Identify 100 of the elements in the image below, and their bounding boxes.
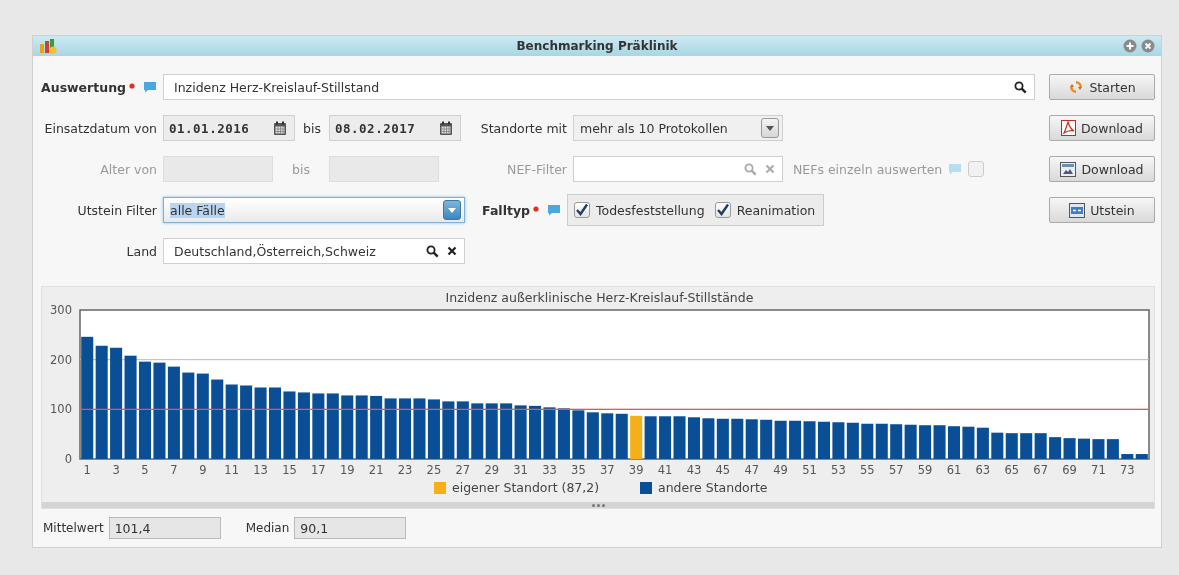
calendar-icon[interactable] xyxy=(439,120,453,136)
add-icon[interactable] xyxy=(1123,39,1137,53)
axis-label: 300 xyxy=(50,303,72,317)
stat-value-field: 101,4 xyxy=(108,517,221,539)
chart-bar xyxy=(890,424,903,459)
start-button[interactable]: Starten xyxy=(1049,74,1155,100)
axis-label: 5 xyxy=(141,463,149,477)
age-to-field[interactable] xyxy=(329,156,439,182)
axis-label: 51 xyxy=(802,463,817,477)
axis-label: 47 xyxy=(744,463,760,477)
chart-bar xyxy=(1049,437,1062,459)
close-icon[interactable] xyxy=(1141,39,1155,53)
chart-bar xyxy=(731,418,744,459)
download-button[interactable]: Download xyxy=(1049,115,1155,141)
chart-bar xyxy=(673,416,686,459)
chart-bar xyxy=(962,426,975,459)
field-label: Falltyp xyxy=(482,202,530,218)
axis-label: 71 xyxy=(1091,463,1106,477)
axis-label: 69 xyxy=(1062,463,1077,477)
chart-bar xyxy=(312,393,325,459)
axis-label: 23 xyxy=(397,463,413,477)
axis-label: 53 xyxy=(831,463,846,477)
chart-bar xyxy=(919,425,932,459)
chart-bar xyxy=(572,410,585,459)
window-title: Benchmarking Präklinik xyxy=(516,39,678,53)
chart-bar xyxy=(861,423,874,459)
refresh-icon xyxy=(1068,79,1085,95)
option-label: NEFs einzeln auswerten xyxy=(793,161,943,177)
axis-label: 13 xyxy=(253,463,268,477)
pdf-document-icon xyxy=(1060,120,1076,136)
axis-label: 49 xyxy=(773,463,788,477)
chart-bar xyxy=(601,413,614,459)
axis-label: 21 xyxy=(368,463,384,477)
locations-dropdown[interactable]: mehr als 10 Protokollen xyxy=(573,115,783,141)
axis-label: 3 xyxy=(112,463,120,477)
chart-bar xyxy=(702,418,715,459)
field-label: Land xyxy=(126,243,157,259)
chart-bar xyxy=(399,398,412,459)
chart-title: Inzidenz außerklinische Herz-Kreislauf-Stillstände xyxy=(445,290,754,305)
search-icon[interactable] xyxy=(1014,80,1027,94)
window-icon xyxy=(1069,202,1086,218)
axis-label: 100 xyxy=(50,402,72,417)
axis-label: 200 xyxy=(50,352,72,367)
legend-label: andere Standorte xyxy=(658,480,768,495)
calendar-icon[interactable] xyxy=(273,120,287,136)
axis-label: 43 xyxy=(686,463,702,477)
field-label: Utstein Filter xyxy=(77,202,157,218)
chart-bar xyxy=(283,391,296,459)
chart-bar xyxy=(803,421,816,459)
utstein-button[interactable]: Utstein xyxy=(1049,197,1155,223)
axis-label: 63 xyxy=(975,463,991,477)
axis-label: 11 xyxy=(224,463,239,477)
field-label: Einsatzdatum von xyxy=(44,120,157,136)
chart-bar xyxy=(370,395,383,459)
comment-icon[interactable] xyxy=(547,204,561,216)
axis-label: 35 xyxy=(571,463,586,477)
chart-bar xyxy=(543,407,556,459)
axis-label: 7 xyxy=(170,463,178,477)
chart-bar xyxy=(471,403,484,459)
axis-label: 29 xyxy=(484,463,500,477)
legend-label: eigener Standort (87,2) xyxy=(452,480,600,495)
chart-bar xyxy=(442,401,455,459)
axis-label: 39 xyxy=(628,463,644,477)
utstein-filter-dropdown[interactable]: alle Fälle xyxy=(163,197,465,223)
analysis-search-field[interactable]: Inzidenz Herz-Kreislauf-Stillstand xyxy=(163,74,1035,100)
chart-icon xyxy=(39,38,57,54)
chart-bar xyxy=(269,387,282,459)
comment-icon[interactable] xyxy=(143,81,157,93)
axis-label: 0 xyxy=(64,452,72,466)
axis-label: 73 xyxy=(1120,463,1135,477)
download-button[interactable]: Download xyxy=(1049,156,1155,182)
chart-bar xyxy=(413,398,426,459)
axis-label: 27 xyxy=(455,463,471,477)
axis-label: 1 xyxy=(83,463,91,477)
chart-bar xyxy=(630,415,643,459)
checkbox-label: Todesfeststellung xyxy=(596,202,705,218)
country-field[interactable]: Deutschland,Österreich,Schweiz xyxy=(163,238,465,264)
clear-icon[interactable] xyxy=(447,246,457,256)
axis-label: 59 xyxy=(917,463,933,477)
chart-bar xyxy=(1020,433,1033,459)
date-field[interactable]: 08.02.2017 xyxy=(329,115,461,141)
axis-label: 9 xyxy=(199,463,207,477)
stat-value-field: 90,1 xyxy=(294,517,407,539)
axis-label: 17 xyxy=(311,463,326,477)
chart-bar xyxy=(760,419,773,459)
axis-label: 65 xyxy=(1004,463,1020,477)
chart-bar xyxy=(832,422,845,459)
date-field[interactable]: 01.01.2016 xyxy=(163,115,295,141)
axis-label: 31 xyxy=(513,463,528,477)
axis-label: 37 xyxy=(599,463,615,477)
splitter-handle[interactable] xyxy=(42,502,1154,508)
chart-bar xyxy=(1092,439,1105,459)
search-icon[interactable] xyxy=(426,244,439,258)
chart-bar xyxy=(789,420,802,459)
checkbox[interactable] xyxy=(714,202,731,218)
checkbox[interactable] xyxy=(574,202,590,218)
chart-bar xyxy=(529,405,542,459)
field-label: Auswertung xyxy=(41,79,126,95)
field-label: Standorte mit xyxy=(480,120,567,136)
stat-label: Median xyxy=(245,521,290,535)
